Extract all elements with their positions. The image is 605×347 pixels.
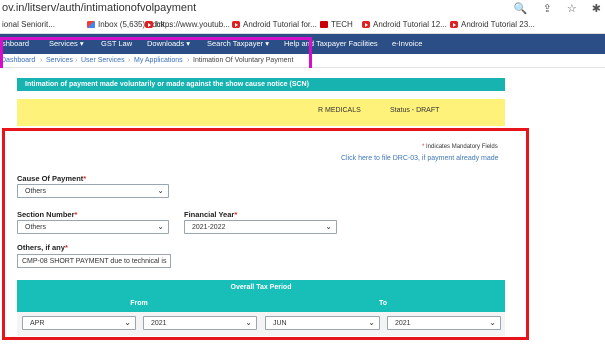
tech-icon [320,21,328,28]
chevron-down-icon: ⌄ [157,222,164,231]
nav-einvoice[interactable]: e-Invoice [392,39,422,48]
taxpayer-info-bar: R MEDICALS Status - DRAFT [17,99,505,126]
bookmark-star-icon[interactable]: ☆ [567,3,577,15]
required-star-icon: * [83,174,87,183]
gmail-icon [87,21,95,28]
others-label: Others, if any* [17,243,68,252]
status-text: Status - DRAFT [390,107,440,114]
bookmarks-bar: ional Seniorit... Inbox (5,635) - dck...… [0,17,605,34]
url-text[interactable]: ov.in/litserv/auth/intimationofvolpaymen… [2,2,196,14]
chevron-down-icon: ⌄ [368,318,375,327]
bookmark-item[interactable]: Android Tutorial 23... [450,20,535,29]
to-year-select[interactable]: 2021 ⌄ [387,316,501,330]
financial-year-label: Financial Year* [184,210,238,219]
required-star-icon: * [74,210,78,219]
required-star-icon: * [422,144,425,150]
share-icon[interactable]: ⇪ [543,3,552,15]
mandatory-note: * Indicates Mandatory Fields [422,144,498,150]
financial-year-select[interactable]: 2021-2022 ⌄ [184,220,337,234]
bookmark-item[interactable]: https://www.youtub... [145,20,230,29]
zoom-icon[interactable]: 🔍 [514,3,528,15]
required-star-icon: * [234,210,238,219]
section-number-label: Section Number* [17,210,78,219]
from-header: From [17,296,261,312]
to-header: To [261,296,505,312]
chevron-down-icon: ⌄ [245,318,252,327]
bookmark-item[interactable]: ional Seniorit... [2,20,55,29]
youtube-icon [232,21,240,28]
file-drc03-link[interactable]: Click here to file DRC-03, if payment al… [341,155,499,162]
highlight-annotation-pink [0,37,312,72]
others-input[interactable]: CMP-08 SHORT PAYMENT due to technical is [17,254,171,268]
chevron-down-icon: ⌄ [124,318,131,327]
youtube-icon [362,21,370,28]
bookmark-item[interactable]: Android Tutorial for... [232,20,317,29]
youtube-icon [450,21,458,28]
cause-of-payment-label: Cause Of Payment* [17,174,87,183]
chevron-down-icon: ⌄ [489,318,496,327]
chevron-down-icon: ⌄ [157,186,164,195]
from-month-select[interactable]: APR ⌄ [22,316,136,330]
chevron-down-icon: ⌄ [325,222,332,231]
section-number-select[interactable]: Others ⌄ [17,220,169,234]
page-header: Intimation of payment made voluntarily o… [17,78,505,91]
from-year-select[interactable]: 2021 ⌄ [143,316,257,330]
cause-of-payment-select[interactable]: Others ⌄ [17,184,169,198]
trade-name: R MEDICALS [318,107,361,114]
bookmark-item[interactable]: TECH [320,20,353,29]
required-star-icon: * [64,243,68,252]
overall-tax-period-header: Overall Tax Period [17,280,505,296]
to-month-select[interactable]: JUN ⌄ [265,316,380,330]
extensions-icon[interactable]: ✱ [592,3,601,15]
bookmark-item[interactable]: Android Tutorial 12... [362,20,447,29]
youtube-icon [145,21,153,28]
